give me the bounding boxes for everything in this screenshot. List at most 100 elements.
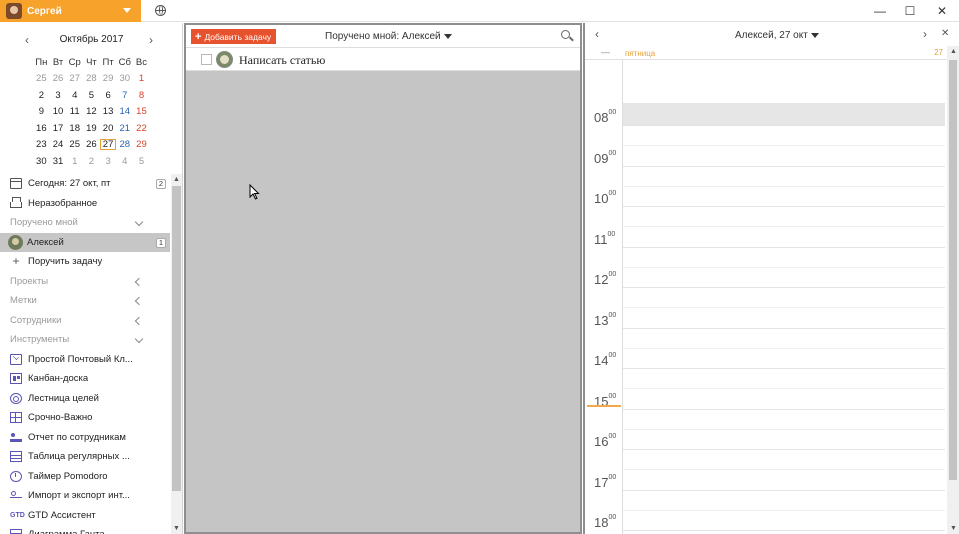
sidebar-section-6[interactable]: Метки (0, 291, 170, 311)
calendar-day[interactable]: 28 (83, 73, 100, 84)
calendar-day[interactable]: 15 (133, 106, 150, 117)
calendar-day[interactable]: 10 (50, 106, 67, 117)
sidebar-section-2[interactable]: Поручено мной (0, 213, 170, 233)
calendar-day[interactable]: 4 (116, 156, 133, 167)
chevron-left-icon[interactable] (134, 277, 144, 286)
calendar-day[interactable]: 12 (83, 106, 100, 117)
calendar-day[interactable]: 24 (50, 139, 67, 150)
close-button[interactable]: ✕ (927, 0, 957, 22)
calendar-day[interactable]: 2 (83, 156, 100, 167)
task-row[interactable]: Написать статью (186, 48, 580, 71)
calendar-day[interactable]: 30 (33, 156, 50, 167)
half-hour-gridline (623, 388, 945, 389)
sidebar-item-17[interactable]: GTD GTD Ассистент (0, 506, 170, 526)
sidebar-item-3[interactable]: Алексей 1 (0, 232, 170, 252)
close-icon[interactable]: ✕ (941, 28, 949, 39)
day-time-grid[interactable]: 0800 0900 1000 1100 1200 1300 1400 1500 1600 1700… (585, 60, 947, 534)
calendar-day[interactable]: 30 (116, 73, 133, 84)
calendar-day[interactable]: 18 (66, 123, 83, 134)
all-day-row[interactable]: — пятница 27 (585, 46, 947, 60)
assigned-filter-dropdown[interactable]: Поручено мной: Алексей (325, 31, 452, 42)
calendar-day[interactable]: 9 (33, 106, 50, 117)
sidebar-item-16[interactable]: Импорт и экспорт инт... (0, 486, 170, 506)
calendar-day[interactable]: 5 (83, 90, 100, 101)
sidebar-item-12[interactable]: Срочно-Важно (0, 408, 170, 428)
sidebar-scrollbar[interactable]: ▲ ▼ (171, 174, 182, 534)
calendar-day[interactable]: 25 (66, 139, 83, 150)
calendar-day[interactable]: 29 (133, 139, 150, 150)
globe-icon[interactable] (155, 5, 166, 16)
sidebar-item-15[interactable]: Таймер Pomodoro (0, 467, 170, 487)
calendar-day[interactable]: 13 (100, 106, 117, 117)
calendar-day[interactable]: 26 (50, 73, 67, 84)
add-task-button[interactable]: + Добавить задачу (191, 29, 277, 44)
calendar-day[interactable]: 21 (116, 123, 133, 134)
day-prev-button[interactable]: ‹ (595, 27, 599, 41)
chevron-down-icon[interactable] (134, 334, 144, 344)
task-checkbox[interactable] (201, 54, 212, 65)
calendar-day[interactable]: 27 (99, 139, 117, 151)
sidebar-item-13[interactable]: Отчет по сотрудникам (0, 428, 170, 448)
calendar-next-button[interactable]: › (149, 33, 153, 47)
calendar-day[interactable]: 22 (133, 123, 150, 134)
task-title[interactable]: Написать статью (239, 53, 325, 68)
calendar-day[interactable]: 16 (33, 123, 50, 134)
calendar-day[interactable]: 17 (50, 123, 67, 134)
sidebar-section-8[interactable]: Инструменты (0, 330, 170, 350)
scroll-up-icon[interactable]: ▲ (173, 176, 180, 183)
sidebar-item-4[interactable]: + Поручить задачу (0, 252, 170, 272)
calendar-day[interactable]: 3 (100, 156, 117, 167)
calendar-weekday: Вт (52, 56, 64, 68)
calendar-day[interactable]: 25 (33, 73, 50, 84)
sidebar-section-7[interactable]: Сотрудники (0, 311, 170, 331)
calendar-day[interactable]: 8 (133, 90, 150, 101)
calendar-day[interactable]: 23 (33, 139, 50, 150)
calendar-week-row: 23 24 25 26 27 28 29 (33, 137, 150, 154)
calendar-day[interactable]: 3 (50, 90, 67, 101)
hour-gridline (623, 489, 945, 491)
search-icon[interactable] (561, 30, 570, 39)
hour-value: 08 (594, 110, 609, 125)
calendar-day[interactable]: 26 (83, 139, 100, 150)
calendar-day[interactable]: 6 (100, 90, 117, 101)
sidebar-item-11[interactable]: Лестница целей (0, 389, 170, 409)
scrollbar-thumb[interactable] (172, 186, 181, 491)
calendar-day[interactable]: 5 (133, 156, 150, 167)
caret-down-icon (810, 33, 819, 38)
sidebar-item-label: Срочно-Важно (28, 412, 93, 424)
calendar-day[interactable]: 20 (100, 123, 117, 134)
calendar-day[interactable]: 7 (116, 90, 133, 101)
calendar-day[interactable]: 1 (133, 73, 150, 84)
sidebar-section-5[interactable]: Проекты (0, 272, 170, 292)
sidebar-item-14[interactable]: Таблица регулярных ... (0, 447, 170, 467)
scroll-down-icon[interactable]: ▼ (950, 525, 957, 532)
scroll-up-icon[interactable]: ▲ (950, 48, 957, 55)
half-hour-gridline (623, 226, 945, 227)
chevron-left-icon[interactable] (134, 296, 144, 306)
sidebar-item-1[interactable]: Неразобранное (0, 194, 170, 214)
sidebar-item-10[interactable]: Канбан-доска (0, 369, 170, 389)
minimize-button[interactable]: — (865, 0, 895, 22)
calendar-day[interactable]: 27 (66, 73, 83, 84)
calendar-day[interactable]: 29 (100, 73, 117, 84)
calendar-day[interactable]: 2 (33, 90, 50, 101)
scrollbar-thumb[interactable] (949, 60, 957, 480)
user-menu-button[interactable]: Сергей (0, 0, 141, 22)
sidebar-item-18[interactable]: Диаграмма Ганта (0, 525, 170, 534)
day-view-scrollbar[interactable]: ▲ ▼ (947, 46, 959, 534)
chevron-down-icon[interactable] (134, 217, 144, 227)
calendar-day[interactable]: 4 (66, 90, 83, 101)
calendar-day[interactable]: 1 (66, 156, 83, 167)
day-view-title-dropdown[interactable]: Алексей, 27 окт (735, 30, 819, 41)
calendar-day[interactable]: 28 (116, 139, 133, 150)
sidebar-item-0[interactable]: Сегодня: 27 окт, пт 2 (0, 174, 170, 194)
calendar-day[interactable]: 11 (66, 106, 83, 117)
calendar-day[interactable]: 19 (83, 123, 100, 134)
calendar-day[interactable]: 14 (116, 106, 133, 117)
chevron-left-icon[interactable] (134, 316, 144, 325)
day-next-button[interactable]: › (923, 27, 927, 41)
calendar-day[interactable]: 31 (50, 156, 67, 167)
sidebar-item-9[interactable]: Простой Почтовый Кл... (0, 350, 170, 370)
maximize-button[interactable]: ☐ (895, 0, 925, 22)
scroll-down-icon[interactable]: ▼ (173, 525, 180, 532)
